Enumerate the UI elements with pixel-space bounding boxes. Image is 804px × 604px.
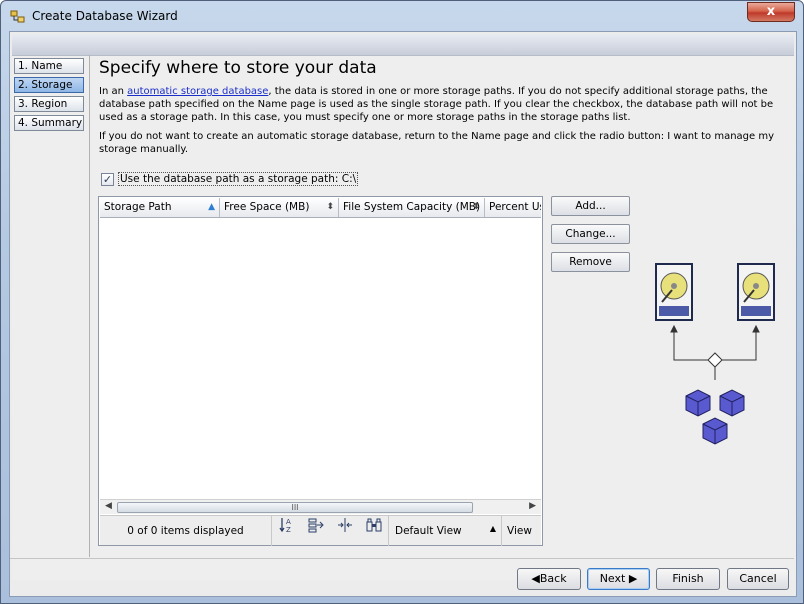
close-button[interactable]: x [747, 2, 795, 22]
use-db-path-row[interactable]: ✓ Use the database path as a storage pat… [101, 172, 359, 186]
column-fs-capacity[interactable]: File System Capacity (MB) ⬍ [339, 198, 485, 217]
change-button[interactable]: Change... [551, 224, 630, 244]
back-button[interactable]: ◀Back [517, 568, 581, 590]
column-percent-used[interactable]: Percent Used [485, 198, 541, 217]
step-summary[interactable]: 4. Summary [14, 115, 84, 131]
column-label: Free Space (MB) [224, 201, 310, 213]
column-label: Percent Used [489, 201, 541, 213]
automatic-storage-link[interactable]: automatic storage database [127, 86, 268, 97]
manual-storage-paragraph: If you do not want to create an automati… [99, 131, 775, 155]
storage-paths-table: Storage Path ▲ Free Space (MB) ⬍ File Sy… [98, 196, 543, 546]
chevron-up-icon: ▲ [489, 523, 496, 533]
sort-icon: ⬍ [326, 202, 334, 212]
wizard-app-icon [10, 10, 25, 23]
table-header: Storage Path ▲ Free Space (MB) ⬍ File Sy… [100, 198, 541, 218]
remove-button[interactable]: Remove [551, 252, 630, 272]
storage-illustration [655, 263, 775, 445]
title-bar[interactable]: Create Database Wizard x [1, 1, 803, 31]
sort-az-icon[interactable]: AZ [272, 516, 301, 546]
next-arrow-icon: ▶ [628, 572, 638, 585]
data-cubes-icon [685, 389, 745, 445]
disk-icon [655, 263, 693, 321]
find-binoculars-icon[interactable] [359, 516, 388, 546]
view-button[interactable]: View [502, 516, 532, 546]
window-title: Create Database Wizard [32, 9, 178, 23]
column-label: Storage Path [104, 201, 172, 213]
horizontal-scrollbar[interactable]: ◀ III ▶ [100, 499, 541, 514]
page-title: Specify where to store your data [99, 58, 377, 78]
scroll-left-icon[interactable]: ◀ [105, 501, 112, 511]
sort-icon: ▲ [208, 202, 215, 212]
filter-icon[interactable] [301, 516, 330, 546]
view-select-value: Default View [395, 524, 462, 537]
footer-divider [10, 558, 794, 559]
next-button[interactable]: Next ▶ [587, 568, 650, 590]
use-db-path-label[interactable]: Use the database path as a storage path:… [118, 172, 359, 186]
back-arrow-icon: ◀ [531, 572, 540, 585]
finish-button[interactable]: Finish [656, 568, 720, 590]
intro-paragraph: In an automatic storage database, the da… [99, 85, 779, 124]
column-storage-path[interactable]: Storage Path ▲ [100, 198, 220, 217]
svg-text:Z: Z [286, 526, 291, 534]
step-storage[interactable]: 2. Storage [14, 77, 84, 93]
use-db-path-checkbox[interactable]: ✓ [101, 172, 114, 186]
cancel-button[interactable]: Cancel [727, 568, 789, 590]
items-count: 0 of 0 items displayed [100, 515, 272, 546]
banner-band [12, 34, 794, 56]
sort-icon: ⬍ [472, 202, 480, 212]
column-label: File System Capacity (MB) [343, 201, 481, 213]
add-button[interactable]: Add... [551, 196, 630, 216]
scroll-right-icon[interactable]: ▶ [529, 501, 536, 511]
step-name[interactable]: 1. Name [14, 58, 84, 74]
table-toolbar: 0 of 0 items displayed AZ Default View ▲… [100, 515, 541, 546]
step-list: 1. Name 2. Storage 3. Region 4. Summary [14, 58, 86, 134]
columns-icon[interactable] [330, 516, 359, 546]
disk-icon [737, 263, 775, 321]
table-body[interactable] [100, 219, 541, 497]
step-region[interactable]: 3. Region [14, 96, 84, 112]
scroll-thumb[interactable]: III [117, 502, 473, 513]
view-select[interactable]: Default View ▲ [388, 515, 502, 546]
next-label: Next [599, 572, 626, 585]
connector-lines [670, 324, 760, 380]
back-label: Back [539, 572, 567, 585]
column-free-space[interactable]: Free Space (MB) ⬍ [220, 198, 339, 217]
steps-divider [89, 55, 90, 557]
svg-text:A: A [286, 518, 291, 526]
intro-prefix: In an [99, 86, 128, 97]
